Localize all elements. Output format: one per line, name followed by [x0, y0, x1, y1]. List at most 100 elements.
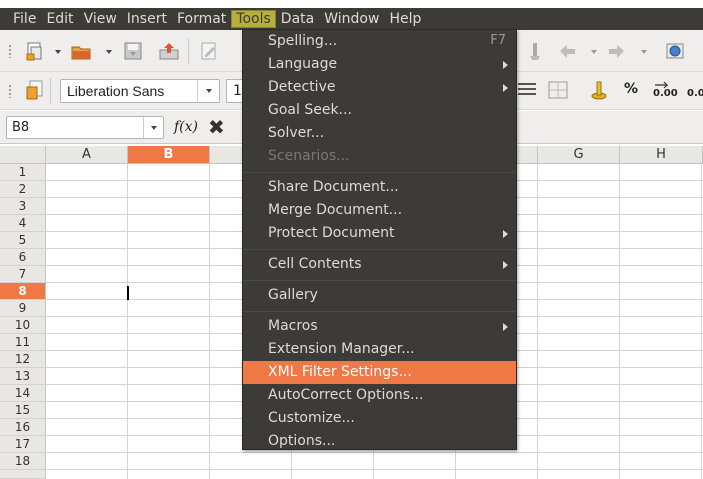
menu-file[interactable]: File [8, 9, 41, 29]
export-icon[interactable] [158, 40, 180, 62]
menu-format[interactable]: Format [172, 9, 231, 29]
menu-help[interactable]: Help [384, 9, 426, 29]
menu-item-label: Language [268, 56, 338, 72]
menu-item-xml-filter-settings[interactable]: XML Filter Settings... [243, 361, 516, 384]
row-header[interactable]: 12 [0, 351, 46, 368]
column-header-g[interactable]: G [538, 146, 620, 164]
menu-item-macros[interactable]: Macros [243, 315, 516, 338]
menu-item-label: Gallery [268, 287, 318, 303]
percent-format-button[interactable]: % [624, 81, 638, 97]
row-header[interactable]: 2 [0, 181, 46, 198]
styles-icon[interactable] [24, 79, 46, 101]
menu-item-label: Customize... [268, 410, 355, 426]
menu-item-spelling[interactable]: Spelling... F7 [243, 30, 516, 53]
menu-view[interactable]: View [79, 9, 122, 29]
tools-menu: Spelling... F7 Language Detective Goal S… [242, 29, 517, 450]
redo-dropdown-arrow[interactable] [641, 50, 647, 54]
redo-icon[interactable] [606, 40, 628, 62]
menu-item-cell-contents[interactable]: Cell Contents [243, 253, 516, 276]
menu-item-scenarios: Scenarios... [243, 145, 516, 168]
open-folder-icon[interactable] [70, 40, 92, 62]
currency-format-icon[interactable] [588, 79, 610, 101]
row-header-selected[interactable]: 8 [0, 283, 46, 300]
menu-item-label: AutoCorrect Options... [268, 387, 424, 403]
merge-cells-icon[interactable] [547, 79, 569, 101]
toolbar-grip[interactable] [8, 44, 12, 58]
add-decimal-button[interactable]: 0.00 [652, 79, 678, 101]
menu-window[interactable]: Window [319, 9, 384, 29]
menu-tools[interactable]: Tools [231, 10, 276, 28]
new-dropdown-arrow[interactable] [55, 50, 61, 54]
clone-formatting-icon[interactable] [524, 40, 546, 62]
submenu-arrow-icon [503, 61, 508, 69]
row-header[interactable]: 5 [0, 232, 46, 249]
menu-item-solver[interactable]: Solver... [243, 122, 516, 145]
menu-item-protect-document[interactable]: Protect Document [243, 222, 516, 245]
align-justify-icon[interactable] [516, 79, 538, 101]
row-header[interactable]: 9 [0, 300, 46, 317]
chevron-down-icon [151, 126, 157, 130]
menu-item-share-document[interactable]: Share Document... [243, 176, 516, 199]
row-header[interactable]: 1 [0, 164, 46, 181]
menu-item-extension-manager[interactable]: Extension Manager... [243, 338, 516, 361]
menu-item-gallery[interactable]: Gallery [243, 284, 516, 307]
function-wizard-button[interactable]: f(x) [174, 119, 198, 135]
row-header[interactable]: 4 [0, 215, 46, 232]
column-header-h[interactable]: H [620, 146, 703, 164]
menu-item-label: XML Filter Settings... [268, 364, 412, 380]
edit-file-icon[interactable] [198, 40, 220, 62]
menu-data[interactable]: Data [276, 9, 319, 29]
row-header[interactable]: 11 [0, 334, 46, 351]
menu-insert[interactable]: Insert [122, 9, 172, 29]
decimal-label: 0.00 [687, 88, 703, 99]
column-header-b[interactable]: B [128, 146, 210, 164]
hyperlink-globe-icon[interactable] [664, 40, 686, 62]
row-header[interactable]: 3 [0, 198, 46, 215]
submenu-arrow-icon [503, 261, 508, 269]
menu-item-label: Detective [268, 79, 336, 95]
menu-item-detective[interactable]: Detective [243, 76, 516, 99]
delete-decimal-button[interactable]: 0.00 [686, 79, 703, 101]
row-header[interactable]: 15 [0, 402, 46, 419]
name-box-dropdown-button[interactable] [143, 117, 163, 138]
row-header-partial[interactable] [0, 470, 46, 479]
font-name-dropdown-button[interactable] [197, 80, 219, 102]
row-header[interactable]: 16 [0, 419, 46, 436]
menu-item-label: Macros [268, 318, 318, 334]
row-header[interactable]: 6 [0, 249, 46, 266]
open-dropdown-arrow[interactable] [106, 50, 112, 54]
submenu-arrow-icon [503, 84, 508, 92]
undo-icon[interactable] [556, 40, 578, 62]
row-header[interactable]: 7 [0, 266, 46, 283]
menu-separator [243, 172, 516, 173]
menu-item-options[interactable]: Options... [243, 430, 516, 453]
menu-item-autocorrect-options[interactable]: AutoCorrect Options... [243, 384, 516, 407]
name-box[interactable]: B8 [6, 116, 164, 139]
font-name-combobox[interactable]: Liberation Sans [60, 79, 220, 103]
menu-item-label: Share Document... [268, 179, 399, 195]
new-document-icon[interactable] [24, 40, 46, 62]
menu-edit[interactable]: Edit [41, 9, 78, 29]
undo-dropdown-arrow[interactable] [591, 50, 597, 54]
menu-item-label: Options... [268, 433, 336, 449]
save-icon[interactable] [122, 40, 144, 62]
toolbar-grip[interactable] [8, 84, 12, 98]
menu-item-merge-document[interactable]: Merge Document... [243, 199, 516, 222]
cancel-icon[interactable]: ✖ [208, 117, 225, 137]
row-header[interactable]: 17 [0, 436, 46, 453]
submenu-arrow-icon [503, 323, 508, 331]
menu-item-customize[interactable]: Customize... [243, 407, 516, 430]
menu-item-goal-seek[interactable]: Goal Seek... [243, 99, 516, 122]
cell-reference: B8 [12, 120, 30, 135]
row-header[interactable]: 14 [0, 385, 46, 402]
row-header[interactable]: 13 [0, 368, 46, 385]
row-header[interactable]: 10 [0, 317, 46, 334]
menubar: File Edit View Insert Format Tools Data … [0, 8, 703, 30]
menu-item-shortcut: F7 [490, 33, 506, 48]
menu-item-label: Spelling... [268, 33, 338, 49]
row-header[interactable]: 18 [0, 453, 46, 470]
column-header-a[interactable]: A [46, 146, 128, 164]
menu-item-language[interactable]: Language [243, 53, 516, 76]
menu-separator [243, 249, 516, 250]
select-all-corner[interactable] [0, 146, 46, 164]
